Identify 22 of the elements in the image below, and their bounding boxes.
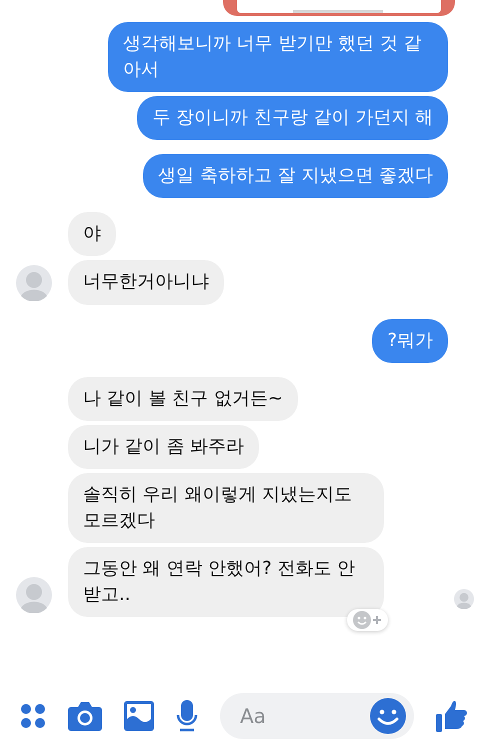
message-bubble: 두 장이니까 친구랑 같이 가던지 해: [137, 96, 448, 140]
microphone-icon[interactable]: [176, 700, 198, 732]
smiley-icon: [353, 611, 371, 630]
avatar-icon: [16, 577, 52, 614]
message-bubble: 너무한거아니냐: [68, 260, 224, 305]
text-input[interactable]: Aa: [238, 700, 370, 732]
message-bubble: 생일 축하하고 잘 지냈으면 좋겠다: [143, 154, 448, 198]
image-icon[interactable]: [124, 701, 154, 731]
message-bubble: ?뭐가: [372, 318, 448, 363]
message-bubble: 그동안 왜 연락 안했어? 전화도 안 받고..: [68, 547, 384, 618]
message-bubble: 생각해보니까 너무 받기만 했던 것 같아서: [108, 22, 448, 92]
message-bubble: 니가 같이 좀 봐주라: [68, 424, 260, 469]
camera-icon[interactable]: [68, 701, 102, 731]
message-bubble: 솔직히 우리 왜이렇게 지냈는지도 모르겠다: [68, 472, 384, 544]
message-bubble: 나 같이 볼 친구 없거든~: [68, 376, 298, 421]
avatar-icon: [16, 264, 52, 301]
message-bubble: 야: [68, 212, 116, 256]
like-icon[interactable]: [436, 700, 468, 732]
plus-icon: [372, 615, 382, 626]
apps-icon[interactable]: [20, 703, 46, 729]
emoji-icon[interactable]: [370, 698, 406, 734]
message-field[interactable]: Aa: [220, 693, 414, 739]
